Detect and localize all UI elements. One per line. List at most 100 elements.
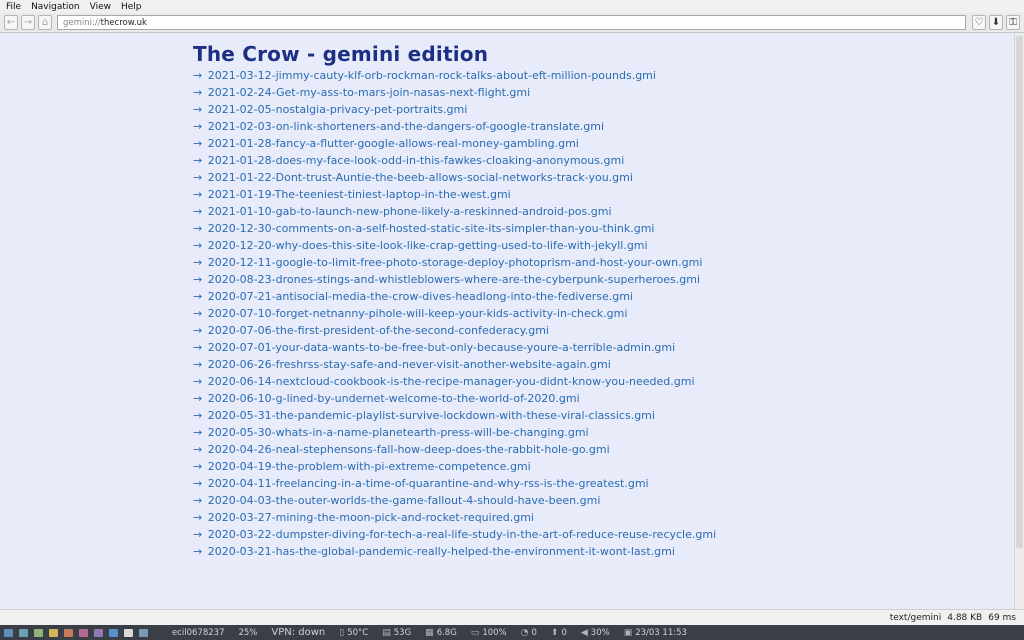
list-item: → 2020-12-30-comments-on-a-self-hosted-s… bbox=[193, 220, 716, 237]
disk-usage-value: 53G bbox=[393, 627, 412, 638]
volume-value: 30% bbox=[590, 627, 610, 638]
battery: ▭ 100% bbox=[471, 628, 507, 638]
download-button[interactable]: ⬇ bbox=[989, 15, 1003, 30]
calendar-icon: ▣ bbox=[623, 627, 633, 638]
menu-file[interactable]: File bbox=[6, 2, 21, 12]
gemini-link[interactable]: 2020-04-11-freelancing-in-a-time-of-quar… bbox=[208, 477, 649, 490]
gemini-link[interactable]: 2020-07-01-your-data-wants-to-be-free-bu… bbox=[208, 341, 675, 354]
link-arrow-icon: → bbox=[193, 120, 203, 133]
gemini-link[interactable]: 2020-06-26-freshrss-stay-safe-and-never-… bbox=[208, 358, 611, 371]
list-item: → 2021-02-24-Get-my-ass-to-mars-join-nas… bbox=[193, 84, 716, 101]
menu-view[interactable]: View bbox=[90, 2, 111, 12]
back-arrow-icon: ← bbox=[6, 16, 16, 28]
clock[interactable]: ▣ 23/03 11:53 bbox=[624, 628, 687, 638]
temperature-value: 50°C bbox=[347, 627, 369, 638]
gemini-link[interactable]: 2021-01-28-does-my-face-look-odd-in-this… bbox=[208, 154, 625, 167]
disk-icon: ▤ bbox=[382, 627, 391, 638]
list-item: → 2021-02-03-on-link-shorteners-and-the-… bbox=[193, 118, 716, 135]
workspace-button[interactable] bbox=[139, 628, 148, 637]
gemini-link[interactable]: 2020-06-10-g-lined-by-undernet-welcome-t… bbox=[208, 392, 580, 405]
workspace-button[interactable] bbox=[19, 628, 28, 637]
menu-bar: File Navigation View Help bbox=[0, 0, 1024, 13]
home-icon: ⌂ bbox=[41, 16, 49, 28]
scrollbar[interactable] bbox=[1014, 34, 1024, 609]
taskbar: ecil0678237 25% VPN: down ▯ 50°C ▤ 53G ▦ 6.… bbox=[0, 625, 1024, 640]
battery-value: 100% bbox=[482, 627, 507, 638]
workspace-button[interactable] bbox=[79, 628, 88, 637]
workspace-button[interactable] bbox=[109, 628, 118, 637]
workspace-button[interactable] bbox=[49, 628, 58, 637]
gemini-link[interactable]: 2020-12-30-comments-on-a-self-hosted-sta… bbox=[208, 222, 655, 235]
list-item: → 2021-01-28-does-my-face-look-odd-in-th… bbox=[193, 152, 716, 169]
gemini-link[interactable]: 2020-07-21-antisocial-media-the-crow-div… bbox=[208, 290, 633, 303]
gemini-link[interactable]: 2021-01-10-gab-to-launch-new-phone-likel… bbox=[208, 205, 612, 218]
gemini-link[interactable]: 2020-03-21-has-the-global-pandemic-reall… bbox=[208, 545, 675, 558]
link-arrow-icon: → bbox=[193, 86, 203, 99]
gemini-link[interactable]: 2021-01-28-fancy-a-flutter-google-allows… bbox=[208, 137, 579, 150]
link-arrow-icon: → bbox=[193, 290, 203, 303]
list-item: → 2020-03-27-mining-the-moon-pick-and-ro… bbox=[193, 509, 716, 526]
gemini-link[interactable]: 2020-05-30-whats-in-a-name-planetearth-p… bbox=[208, 426, 589, 439]
workspace-switcher bbox=[4, 628, 154, 637]
link-arrow-icon: → bbox=[193, 256, 203, 269]
gemini-link[interactable]: 2021-02-05-nostalgia-privacy-pet-portrai… bbox=[208, 103, 468, 116]
menu-navigation[interactable]: Navigation bbox=[31, 2, 80, 12]
memory-icon: ▦ bbox=[425, 627, 434, 638]
gemini-link[interactable]: 2020-03-27-mining-the-moon-pick-and-rock… bbox=[208, 511, 534, 524]
workspace-button[interactable] bbox=[34, 628, 43, 637]
menu-help[interactable]: Help bbox=[121, 2, 142, 12]
link-arrow-icon: → bbox=[193, 375, 203, 388]
list-item: → 2020-04-26-neal-stephensons-fall-how-d… bbox=[193, 441, 716, 458]
link-arrow-icon: → bbox=[193, 324, 203, 337]
gemini-link[interactable]: 2020-07-06-the-first-president-of-the-se… bbox=[208, 324, 549, 337]
gemini-link[interactable]: 2021-02-03-on-link-shorteners-and-the-da… bbox=[208, 120, 604, 133]
link-arrow-icon: → bbox=[193, 392, 203, 405]
list-item: → 2020-06-14-nextcloud-cookbook-is-the-r… bbox=[193, 373, 716, 390]
gemini-link[interactable]: 2021-02-24-Get-my-ass-to-mars-join-nasas… bbox=[208, 86, 530, 99]
link-arrow-icon: → bbox=[193, 171, 203, 184]
workspace-button[interactable] bbox=[4, 628, 13, 637]
gemini-link[interactable]: 2020-12-20-why-does-this-site-look-like-… bbox=[208, 239, 648, 252]
link-arrow-icon: → bbox=[193, 307, 203, 320]
gemini-link[interactable]: 2020-07-10-forget-netnanny-pihole-will-k… bbox=[208, 307, 628, 320]
forward-button[interactable]: → bbox=[21, 15, 35, 30]
toolbar: ← → ⌂ gemini://thecrow.uk ♡ ⬇ ⚿ bbox=[0, 13, 1024, 33]
taskbar-window-title[interactable]: ecil0678237 bbox=[172, 628, 224, 638]
gemini-link[interactable]: 2020-05-31-the-pandemic-playlist-survive… bbox=[208, 409, 655, 422]
gemini-link[interactable]: 2020-04-19-the-problem-with-pi-extreme-c… bbox=[208, 460, 531, 473]
gemini-link[interactable]: 2020-06-14-nextcloud-cookbook-is-the-rec… bbox=[208, 375, 695, 388]
gemini-link[interactable]: 2021-01-22-Dont-trust-Auntie-the-beeb-al… bbox=[208, 171, 633, 184]
list-item: → 2021-02-05-nostalgia-privacy-pet-portr… bbox=[193, 101, 716, 118]
identity-button[interactable]: ⚿ bbox=[1006, 15, 1020, 30]
link-arrow-icon: → bbox=[193, 358, 203, 371]
volume[interactable]: ◀ 30% bbox=[581, 628, 610, 638]
workspace-button[interactable] bbox=[64, 628, 73, 637]
url-scheme: gemini:// bbox=[63, 17, 101, 28]
gemini-link[interactable]: 2020-08-23-drones-stings-and-whistleblow… bbox=[208, 273, 700, 286]
gemini-link[interactable]: 2020-04-03-the-outer-worlds-the-game-fal… bbox=[208, 494, 601, 507]
notifications-count: 0 bbox=[531, 627, 537, 638]
workspace-button[interactable] bbox=[94, 628, 103, 637]
gemini-link[interactable]: 2020-04-26-neal-stephensons-fall-how-dee… bbox=[208, 443, 610, 456]
back-button[interactable]: ← bbox=[4, 15, 18, 30]
updates[interactable]: ⬆ 0 bbox=[551, 628, 567, 638]
address-bar[interactable]: gemini://thecrow.uk bbox=[57, 15, 966, 30]
gemini-link[interactable]: 2020-03-22-dumpster-diving-for-tech-a-re… bbox=[208, 528, 716, 541]
vpn-status: VPN: down bbox=[271, 627, 326, 638]
workspace-button[interactable] bbox=[124, 628, 133, 637]
list-item: → 2020-05-30-whats-in-a-name-planetearth… bbox=[193, 424, 716, 441]
gemini-link[interactable]: 2020-12-11-google-to-limit-free-photo-st… bbox=[208, 256, 703, 269]
list-item: → 2020-04-19-the-problem-with-pi-extreme… bbox=[193, 458, 716, 475]
link-arrow-icon: → bbox=[193, 477, 203, 490]
gemini-link[interactable]: 2021-01-19-The-teeniest-tiniest-laptop-i… bbox=[208, 188, 511, 201]
scrollbar-thumb[interactable] bbox=[1016, 36, 1023, 548]
memory-usage: ▦ 6.8G bbox=[425, 628, 457, 638]
list-item: → 2020-06-26-freshrss-stay-safe-and-neve… bbox=[193, 356, 716, 373]
notifications[interactable]: ◔ 0 bbox=[521, 628, 537, 638]
link-arrow-icon: → bbox=[193, 273, 203, 286]
gemini-link[interactable]: 2021-03-12-jimmy-cauty-klf-orb-rockman-r… bbox=[208, 69, 656, 82]
bookmark-button[interactable]: ♡ bbox=[972, 15, 986, 30]
link-arrow-icon: → bbox=[193, 494, 203, 507]
home-button[interactable]: ⌂ bbox=[38, 15, 52, 30]
list-item: → 2020-04-03-the-outer-worlds-the-game-f… bbox=[193, 492, 716, 509]
